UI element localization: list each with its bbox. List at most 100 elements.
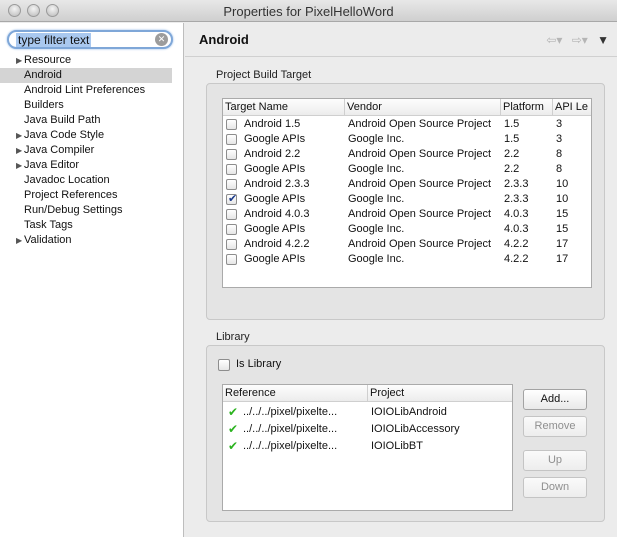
tree-item-label: Java Build Path <box>24 114 101 126</box>
is-library-label: Is Library <box>236 358 282 370</box>
cell-vendor: Android Open Source Project <box>348 148 492 160</box>
table-row[interactable]: Google APIs Google Inc. 4.0.3 15 <box>223 222 591 237</box>
up-button[interactable]: Up <box>523 450 587 471</box>
target-checkbox[interactable] <box>226 209 237 220</box>
cell-api: 8 <box>556 163 563 175</box>
tree-item[interactable]: Builders <box>0 98 184 113</box>
expand-arrow-icon[interactable]: ▶ <box>16 158 22 173</box>
table-row[interactable]: Android 2.3.3 Android Open Source Project… <box>223 177 591 192</box>
build-target-table: Target Name Vendor Platform API Le Andro… <box>222 98 592 288</box>
tree-item-label: Task Tags <box>24 219 73 231</box>
cell-vendor: Google Inc. <box>348 193 405 205</box>
table-row[interactable]: Android 4.2.2 Android Open Source Project… <box>223 237 591 252</box>
is-library-checkbox[interactable]: Is Library <box>218 358 338 373</box>
target-checkbox[interactable] <box>226 119 237 130</box>
tree-item[interactable]: ▶ Validation <box>0 233 184 248</box>
expand-arrow-icon[interactable]: ▶ <box>16 143 22 158</box>
tree-item[interactable]: ▶ Resource <box>0 53 184 68</box>
table-row[interactable]: Android 1.5 Android Open Source Project 1.… <box>223 117 591 132</box>
tree-item[interactable]: Javadoc Location <box>0 173 184 188</box>
build-target-label: Project Build Target <box>216 69 312 81</box>
tree-item-label: Run/Debug Settings <box>24 204 123 216</box>
build-target-group: Target Name Vendor Platform API Le Andro… <box>206 83 605 320</box>
target-checkbox[interactable] <box>226 164 237 175</box>
remove-button[interactable]: Remove <box>523 416 587 437</box>
tree-item[interactable]: Android <box>0 68 172 83</box>
tree-item[interactable]: Android Lint Preferences <box>0 83 184 98</box>
expand-arrow-icon[interactable]: ▶ <box>16 53 22 68</box>
cell-name: Android 1.5 <box>244 118 301 130</box>
cell-project: IOIOLibAccessory <box>371 423 460 435</box>
cell-api: 3 <box>556 118 563 130</box>
tree-item[interactable]: Java Build Path <box>0 113 184 128</box>
library-group: Is Library Reference Project ✔ ../../../p… <box>206 345 605 522</box>
cell-reference: ../../../pixel/pixelte... <box>243 406 338 418</box>
is-library-box[interactable] <box>218 359 230 371</box>
table-row[interactable]: ✔ ../../../pixel/pixelte... IOIOLibAccesso… <box>223 422 512 437</box>
title-bar: Properties for PixelHelloWord <box>0 0 617 22</box>
tree-item[interactable]: Task Tags <box>0 218 184 233</box>
cell-project: IOIOLibBT <box>371 440 423 452</box>
cell-api: 15 <box>556 223 569 235</box>
table-row[interactable]: Android 2.2 Android Open Source Project 2.… <box>223 147 591 162</box>
cell-api: 17 <box>556 253 569 265</box>
column-vendor[interactable]: Vendor <box>345 99 501 116</box>
column-project[interactable]: Project <box>368 385 514 402</box>
tree-item-label: Java Editor <box>24 159 80 171</box>
cell-platform: 4.2.2 <box>504 253 529 265</box>
expand-arrow-icon[interactable]: ▶ <box>16 233 22 248</box>
tree-item[interactable]: Project References <box>0 188 184 203</box>
tree-item[interactable]: ▶ Java Code Style <box>0 128 184 143</box>
library-table: Reference Project ✔ ../../../pixel/pixelt… <box>222 384 513 511</box>
table-row[interactable]: Google APIs Google Inc. 4.2.2 17 <box>223 252 591 267</box>
cell-name: Android 4.0.3 <box>244 208 310 220</box>
cell-name: Google APIs <box>244 193 306 205</box>
tree-item[interactable]: ▶ Java Editor <box>0 158 184 173</box>
back-arrow-icon[interactable]: ⇦▾ <box>546 33 562 47</box>
cell-platform: 1.5 <box>504 118 520 130</box>
tree-item-label: Project References <box>24 189 118 201</box>
tree-item-label: Builders <box>24 99 64 111</box>
target-checkbox[interactable] <box>226 239 237 250</box>
ok-check-icon: ✔ <box>228 439 239 453</box>
preferences-sidebar: type filter text ✕ ▶ Resource Android Andro… <box>0 23 184 537</box>
cell-name: Android 4.2.2 <box>244 238 310 250</box>
tree-item[interactable]: ▶ Java Compiler <box>0 143 184 158</box>
cell-vendor: Google Inc. <box>348 133 405 145</box>
table-row[interactable]: Android 4.0.3 Android Open Source Project… <box>223 207 591 222</box>
cell-platform: 2.3.3 <box>504 193 529 205</box>
clear-filter-icon[interactable]: ✕ <box>155 33 168 46</box>
table-row[interactable]: ✔ ../../../pixel/pixelte... IOIOLibBT <box>223 439 512 454</box>
table-row[interactable]: Google APIs Google Inc. 2.3.3 10 <box>223 192 591 207</box>
table-row[interactable]: ✔ ../../../pixel/pixelte... IOIOLibAndroid <box>223 405 512 420</box>
add-button[interactable]: Add... <box>523 389 587 410</box>
cell-vendor: Android Open Source Project <box>348 118 492 130</box>
forward-arrow-icon[interactable]: ⇨▾ <box>572 33 588 47</box>
target-checkbox[interactable] <box>226 192 237 205</box>
page-header: Android ⇦▾ ⇨▾ ▼ <box>185 23 617 56</box>
page-nav: ⇦▾ ⇨▾ ▼ <box>540 33 609 47</box>
target-checkbox[interactable] <box>226 149 237 160</box>
property-tree: ▶ Resource Android Android Lint Preferences… <box>0 53 184 248</box>
target-checkbox[interactable] <box>226 134 237 145</box>
column-target-name[interactable]: Target Name <box>223 99 345 116</box>
target-checkbox[interactable] <box>226 179 237 190</box>
tree-item-label: Java Compiler <box>24 144 95 156</box>
down-button[interactable]: Down <box>523 477 587 498</box>
table-row[interactable]: Google APIs Google Inc. 1.5 3 <box>223 132 591 147</box>
target-checkbox[interactable] <box>226 254 237 265</box>
table-row[interactable]: Google APIs Google Inc. 2.2 8 <box>223 162 591 177</box>
tree-item[interactable]: Run/Debug Settings <box>0 203 184 218</box>
column-reference[interactable]: Reference <box>223 385 368 402</box>
cell-platform: 4.0.3 <box>504 208 529 220</box>
column-platform[interactable]: Platform <box>501 99 553 116</box>
cell-name: Google APIs <box>244 223 306 235</box>
column-api-level[interactable]: API Le <box>553 99 593 116</box>
cell-api: 15 <box>556 208 569 220</box>
filter-input[interactable]: type filter text ✕ <box>7 30 173 49</box>
expand-arrow-icon[interactable]: ▶ <box>16 128 22 143</box>
cell-api: 17 <box>556 238 569 250</box>
target-checkbox[interactable] <box>226 224 237 235</box>
tree-item-label: Resource <box>24 54 72 66</box>
view-menu-icon[interactable]: ▼ <box>597 33 609 47</box>
